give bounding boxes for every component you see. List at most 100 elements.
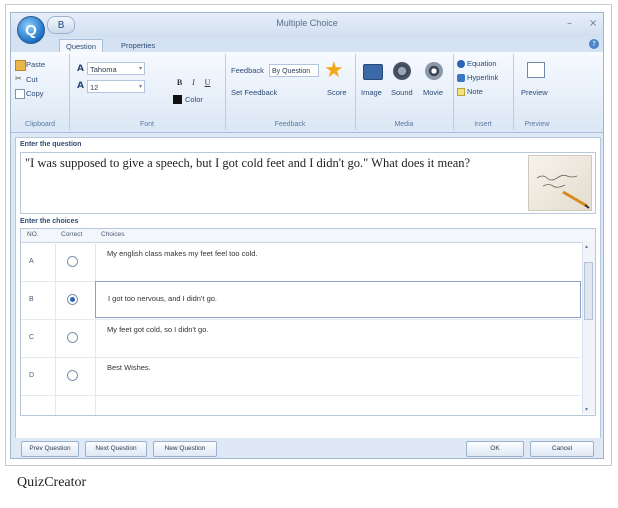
equation-button[interactable]: Equation (467, 59, 497, 68)
orb-letter: Q (25, 21, 37, 39)
correct-radio-b[interactable] (67, 294, 78, 305)
color-button[interactable]: Color (185, 95, 203, 104)
clipboard-group-label: Clipboard (25, 121, 55, 128)
cut-icon: ✂ (15, 74, 22, 83)
movie-button[interactable]: Movie (423, 88, 443, 97)
note-icon (457, 88, 465, 96)
feedback-value: By Question (272, 68, 311, 75)
scroll-thumb[interactable] (584, 262, 593, 320)
question-image[interactable] (528, 155, 592, 211)
image-icon (363, 64, 383, 80)
insert-group-label: Insert (474, 121, 492, 128)
ok-button[interactable]: OK (466, 441, 524, 457)
hyperlink-button[interactable]: Hyperlink (467, 73, 498, 82)
choice-row-c: C My feet got cold, so I didn't go. (21, 319, 581, 358)
set-feedback-button[interactable]: Set Feedback (231, 88, 277, 97)
group-media: Image Sound Movie Media (355, 54, 454, 130)
choices-scrollbar[interactable]: ▴ ▾ (582, 242, 595, 414)
choice-input-b[interactable]: I got too nervous, and I didn't go. (95, 281, 581, 318)
font-size-value: 12 (90, 83, 99, 92)
score-button[interactable]: Score (327, 88, 347, 97)
star-icon: ★ (324, 58, 344, 83)
header-no: NO. (27, 231, 39, 238)
equation-icon (457, 60, 465, 68)
choice-letter: D (29, 372, 35, 379)
correct-radio-a[interactable] (67, 256, 78, 267)
sound-icon (393, 62, 411, 80)
ribbon: Paste ✂ Cut Copy Clipboard A Tahoma ▾ A 1… (11, 52, 603, 133)
minimize-button[interactable]: – (567, 18, 572, 29)
preview-button[interactable]: Preview (521, 88, 548, 97)
movie-icon (425, 62, 443, 80)
bold-button[interactable]: B (173, 76, 186, 89)
feedback-label: Feedback (231, 66, 264, 75)
header-correct: Correct (61, 231, 83, 238)
close-button[interactable]: × (589, 18, 597, 29)
image-button[interactable]: Image (361, 88, 382, 97)
tab-question[interactable]: Question (59, 39, 104, 53)
font-name-select[interactable]: Tahoma ▾ (87, 62, 145, 75)
choice-row-d: D Best Wishes. (21, 357, 581, 396)
ribbon-tabs: Question Properties ? (11, 37, 603, 53)
note-button[interactable]: Note (467, 87, 483, 96)
media-group-label: Media (394, 121, 414, 128)
choice-letter: C (29, 334, 35, 341)
header-choices: Choices (101, 231, 125, 238)
help-icon[interactable]: ? (589, 39, 599, 49)
group-clipboard: Paste ✂ Cut Copy Clipboard (11, 54, 70, 130)
choice-text: My feet got cold, so I didn't go. (107, 325, 209, 334)
choice-text: Best Wishes. (107, 363, 151, 372)
sound-button[interactable]: Sound (391, 88, 413, 97)
preview-icon (527, 62, 545, 78)
hyperlink-icon (457, 74, 465, 82)
pen-writing-image (536, 174, 590, 209)
scroll-up-icon[interactable]: ▴ (585, 243, 588, 250)
copy-icon (15, 89, 25, 99)
app-orb-button[interactable]: Q (17, 16, 45, 44)
choice-text: I got too nervous, and I didn't go. (108, 294, 218, 303)
app-window: Multiple Choice B – × Q Question Propert… (10, 12, 604, 459)
next-question-button[interactable]: Next Question (85, 441, 147, 457)
preview-group-label: Preview (524, 121, 550, 128)
footer-bar: Prev Question Next Question New Question… (11, 438, 603, 458)
choices-section-label: Enter the choices (20, 218, 79, 225)
correct-radio-c[interactable] (67, 332, 78, 343)
feedback-select[interactable]: By Question (269, 64, 319, 77)
choice-text: My english class makes my feet feel too … (107, 249, 258, 258)
cut-button[interactable]: Cut (26, 75, 38, 84)
italic-button[interactable]: I (187, 76, 200, 89)
choice-letter: A (29, 258, 34, 265)
choice-row-a: A My english class makes my feet feel to… (21, 243, 581, 282)
choice-input-a[interactable]: My english class makes my feet feel too … (95, 243, 581, 280)
correct-radio-d[interactable] (67, 370, 78, 381)
choices-grid: NO. Correct Choices A My english class m… (20, 228, 596, 416)
title-bar: Multiple Choice B – × (11, 13, 603, 37)
quick-access-button[interactable]: B (47, 16, 75, 34)
group-preview: Preview Preview (513, 54, 561, 130)
prev-question-button[interactable]: Prev Question (21, 441, 79, 457)
question-text: "I was supposed to give a speech, but I … (25, 156, 471, 170)
scroll-down-icon[interactable]: ▾ (585, 406, 588, 413)
choice-row-b: B I got too nervous, and I didn't go. (21, 281, 581, 320)
choice-letter: B (29, 296, 34, 303)
choice-input-c[interactable]: My feet got cold, so I didn't go. (95, 319, 581, 356)
group-feedback: Feedback By Question Set Feedback ★ Scor… (225, 54, 356, 130)
paste-button[interactable]: Paste (26, 60, 45, 69)
window-title: Multiple Choice (276, 18, 338, 28)
tab-properties[interactable]: Properties (115, 39, 161, 52)
question-input[interactable]: "I was supposed to give a speech, but I … (20, 152, 596, 214)
font-size-select[interactable]: 12 ▾ (87, 80, 145, 93)
choices-header: NO. Correct Choices (21, 229, 595, 243)
font-name-value: Tahoma (90, 65, 117, 74)
color-swatch-icon (173, 95, 182, 104)
underline-button[interactable]: U (201, 76, 214, 89)
new-question-button[interactable]: New Question (153, 441, 217, 457)
question-section-label: Enter the question (20, 141, 82, 148)
paste-icon (15, 60, 26, 71)
font-size-icon: A (77, 81, 84, 91)
cancel-button[interactable]: Cancel (530, 441, 594, 457)
feedback-group-label: Feedback (274, 121, 306, 128)
copy-button[interactable]: Copy (26, 89, 44, 98)
figure-caption: QuizCreator (17, 475, 87, 490)
choice-input-d[interactable]: Best Wishes. (95, 357, 581, 394)
